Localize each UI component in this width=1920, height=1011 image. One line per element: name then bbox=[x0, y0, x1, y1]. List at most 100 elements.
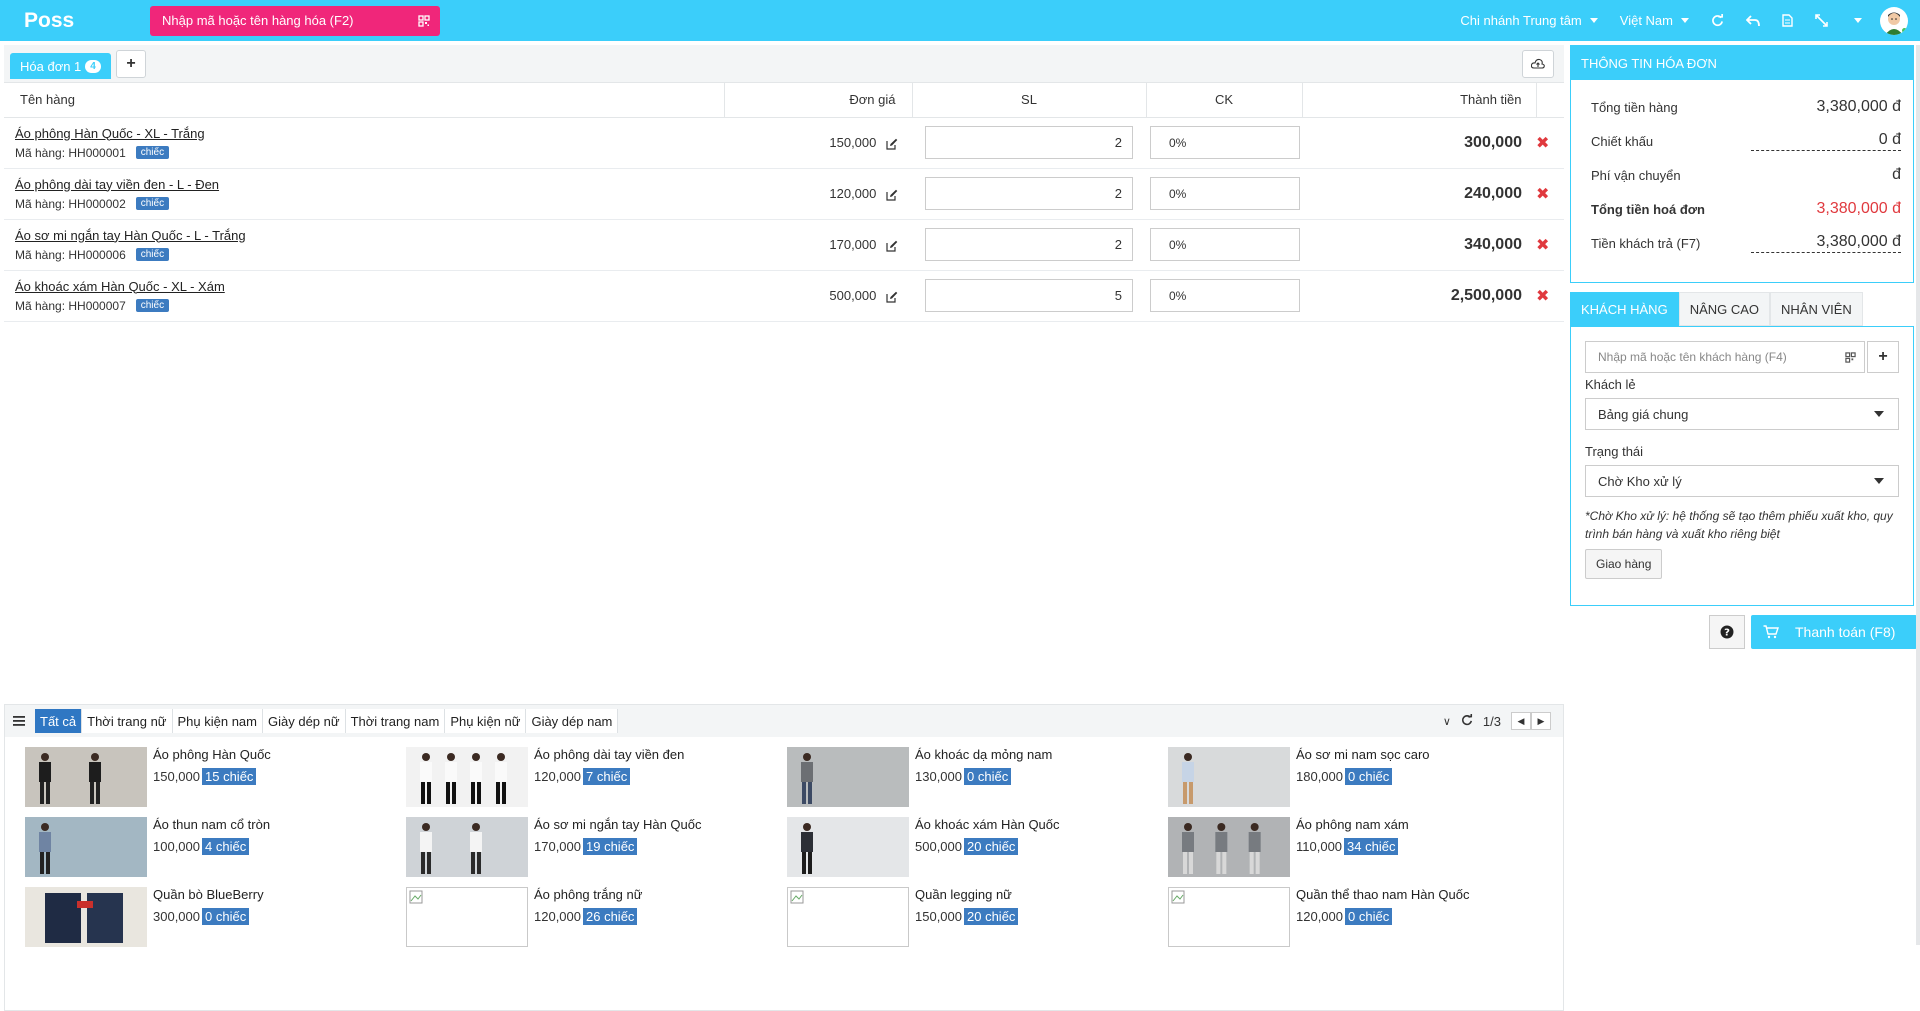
branch-selector[interactable]: Chi nhánh Trung tâm bbox=[1460, 13, 1598, 28]
edit-icon[interactable] bbox=[886, 138, 898, 150]
barcode-icon[interactable] bbox=[418, 14, 430, 27]
product-card[interactable]: Quần bò BlueBerry 300,000 0 chiếc bbox=[25, 887, 385, 949]
quantity-input[interactable]: 2 bbox=[925, 177, 1133, 210]
upload-cloud-button[interactable] bbox=[1522, 50, 1554, 78]
language-selector[interactable]: Việt Nam bbox=[1620, 13, 1689, 28]
customer-tab[interactable]: KHÁCH HÀNG bbox=[1570, 292, 1679, 326]
cart-row: Áo phông Hàn Quốc - XL - Trắng Mã hàng: … bbox=[4, 117, 1564, 169]
cart-product-name[interactable]: Áo khoác xám Hàn Quốc - XL - Xám bbox=[15, 279, 724, 294]
status-select[interactable]: Chờ Kho xử lý bbox=[1585, 465, 1899, 497]
invoice-info-value[interactable]: 3,380,000 đ bbox=[1751, 233, 1901, 253]
fullscreen-icon[interactable] bbox=[1815, 14, 1828, 27]
product-card[interactable]: Áo sơ mi ngắn tay Hàn Quốc 170,000 19 ch… bbox=[406, 817, 766, 879]
discount-input[interactable]: 0% bbox=[1150, 228, 1300, 261]
invoice-info-row: Tổng tiền hàng 3,380,000 đ bbox=[1571, 90, 1913, 124]
product-price: 120,000 bbox=[534, 909, 581, 924]
document-icon[interactable] bbox=[1782, 14, 1793, 27]
discount-input[interactable]: 0% bbox=[1150, 177, 1300, 210]
product-card[interactable]: Áo phông trắng nữ 120,000 26 chiếc bbox=[406, 887, 766, 949]
product-price: 500,000 bbox=[915, 839, 962, 854]
menu-icon[interactable] bbox=[13, 716, 25, 726]
product-card[interactable]: Áo thun nam cổ tròn 100,000 4 chiếc bbox=[25, 817, 385, 879]
product-name: Áo phông Hàn Quốc bbox=[153, 747, 271, 762]
cart-cell-discount: 0% bbox=[1146, 219, 1302, 271]
customer-search-input[interactable]: Nhập mã hoặc tên khách hàng (F4) bbox=[1585, 341, 1865, 373]
page-scrollbar[interactable] bbox=[1916, 45, 1920, 945]
category-tab[interactable]: Thời trang nam bbox=[345, 709, 446, 733]
category-tab[interactable]: Giày dép nam bbox=[526, 709, 619, 733]
invoice-info-label: Tổng tiền hàng bbox=[1591, 99, 1678, 115]
tab-invoice-1[interactable]: Hóa đơn 1 4 bbox=[10, 53, 111, 79]
product-card[interactable]: Áo phông Hàn Quốc 150,000 15 chiếc bbox=[25, 747, 385, 809]
cart-product-code: Mã hàng: HH000007 bbox=[15, 298, 126, 313]
checkout-button[interactable]: Thanh toán (F8) bbox=[1751, 615, 1917, 649]
discount-input[interactable]: 0% bbox=[1150, 279, 1300, 312]
product-card[interactable]: Quần thể thao nam Hàn Quốc 120,000 0 chi… bbox=[1168, 887, 1528, 949]
customer-tab[interactable]: NÂNG CAO bbox=[1678, 292, 1771, 326]
quantity-input[interactable]: 2 bbox=[925, 126, 1133, 159]
cart-product-name[interactable]: Áo sơ mi ngắn tay Hàn Quốc - L - Trắng bbox=[15, 228, 724, 243]
refresh-icon[interactable] bbox=[1711, 14, 1724, 27]
product-image bbox=[406, 747, 528, 807]
cart-cell-name: Áo phông dài tay viền đen - L - Đen Mã h… bbox=[4, 168, 724, 220]
category-tab[interactable]: Phụ kiện nữ bbox=[445, 709, 527, 733]
delete-icon[interactable]: ✖ bbox=[1536, 186, 1549, 203]
product-image bbox=[25, 747, 147, 807]
product-card[interactable]: Áo sơ mi nam sọc caro 180,000 0 chiếc bbox=[1168, 747, 1528, 809]
delete-icon[interactable]: ✖ bbox=[1536, 288, 1549, 305]
edit-icon[interactable] bbox=[886, 240, 898, 252]
category-tab[interactable]: Tất cả bbox=[35, 709, 83, 733]
cart-cell-qty: 5 bbox=[912, 270, 1146, 322]
help-button[interactable]: ? bbox=[1709, 615, 1745, 649]
product-card[interactable]: Quần legging nữ 150,000 20 chiếc bbox=[787, 887, 1147, 949]
delivery-button[interactable]: Giao hàng bbox=[1585, 549, 1663, 579]
edit-icon[interactable] bbox=[886, 189, 898, 201]
chevron-down-icon bbox=[1874, 478, 1884, 484]
prev-page-button[interactable]: ◀ bbox=[1511, 712, 1531, 730]
category-tab[interactable]: Phụ kiện nam bbox=[172, 709, 263, 733]
user-avatar[interactable] bbox=[1880, 6, 1908, 35]
col-header-price: Đơn giá bbox=[724, 83, 913, 118]
cart-cell-qty: 2 bbox=[912, 117, 1146, 169]
category-tab[interactable]: Giày dép nữ bbox=[263, 709, 346, 733]
cart-cell-delete: ✖ bbox=[1536, 270, 1564, 322]
next-page-button[interactable]: ▶ bbox=[1531, 712, 1551, 730]
add-customer-button[interactable]: + bbox=[1867, 341, 1899, 373]
discount-input[interactable]: 0% bbox=[1150, 126, 1300, 159]
cart-product-name[interactable]: Áo phông Hàn Quốc - XL - Trắng bbox=[15, 126, 724, 141]
product-card[interactable]: Áo phông nam xám 110,000 34 chiếc bbox=[1168, 817, 1528, 879]
cart-cell-discount: 0% bbox=[1146, 168, 1302, 220]
invoice-info-label: Chiết khấu bbox=[1591, 133, 1654, 149]
delete-icon[interactable]: ✖ bbox=[1536, 135, 1549, 152]
category-tab[interactable]: Thời trang nữ bbox=[82, 709, 173, 733]
product-search-input[interactable]: Nhập mã hoặc tên hàng hóa (F2) bbox=[150, 5, 440, 36]
user-menu-dropdown[interactable] bbox=[1850, 18, 1862, 23]
product-name: Quần thể thao nam Hàn Quốc bbox=[1296, 887, 1470, 902]
product-card[interactable]: Áo phông dài tay viền đen 120,000 7 chiế… bbox=[406, 747, 766, 809]
customer-tab[interactable]: NHÂN VIÊN bbox=[1770, 292, 1863, 326]
undo-icon[interactable] bbox=[1746, 14, 1760, 27]
stock-badge: 7 chiếc bbox=[583, 768, 631, 785]
app-logo[interactable]: Poss bbox=[24, 9, 150, 33]
invoice-info-value[interactable]: 0 đ bbox=[1751, 131, 1901, 151]
stock-badge: 26 chiếc bbox=[583, 908, 638, 925]
product-price: 150,000 bbox=[153, 769, 200, 784]
quantity-input[interactable]: 5 bbox=[925, 279, 1133, 312]
invoice-info-value: đ bbox=[1892, 165, 1901, 183]
cart-product-name[interactable]: Áo phông dài tay viền đen - L - Đen bbox=[15, 177, 724, 192]
product-card[interactable]: Áo khoác xám Hàn Quốc 500,000 20 chiếc bbox=[787, 817, 1147, 879]
right-panel: THÔNG TIN HÓA ĐƠN Tổng tiền hàng 3,380,0… bbox=[1570, 45, 1914, 606]
delete-icon[interactable]: ✖ bbox=[1536, 237, 1549, 254]
product-card[interactable]: Áo khoác dạ mỏng nam 130,000 0 chiếc bbox=[787, 747, 1147, 809]
collapse-double-chevron-icon[interactable]: ∨ bbox=[1443, 715, 1451, 728]
chevron-down-icon bbox=[1681, 18, 1689, 23]
cart-product-code-line: Mã hàng: HH000001 chiếc bbox=[15, 146, 724, 160]
price-list-select[interactable]: Bảng giá chung bbox=[1585, 398, 1899, 430]
product-price-line: 180,000 0 chiếc bbox=[1296, 768, 1393, 785]
add-invoice-button[interactable]: + bbox=[116, 50, 146, 78]
refresh-icon[interactable] bbox=[1461, 713, 1473, 729]
barcode-icon[interactable] bbox=[1845, 351, 1856, 363]
edit-icon[interactable] bbox=[886, 291, 898, 303]
invoice-item-count-badge: 4 bbox=[85, 59, 101, 73]
quantity-input[interactable]: 2 bbox=[925, 228, 1133, 261]
